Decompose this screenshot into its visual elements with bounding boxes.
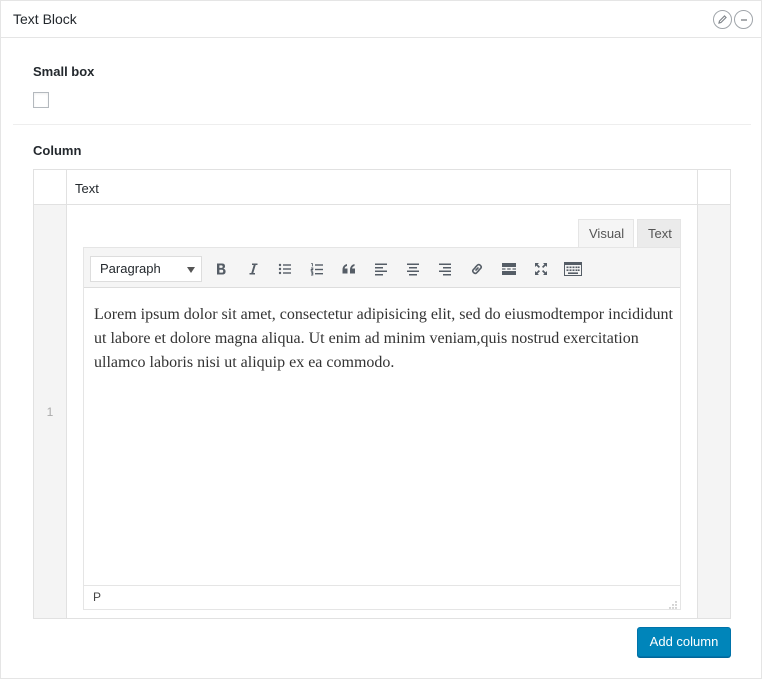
align-left-icon[interactable]	[369, 257, 393, 281]
column-label: Column	[33, 143, 82, 158]
numbered-list-icon[interactable]	[305, 257, 329, 281]
link-icon[interactable]	[465, 257, 489, 281]
toolbar-toggle-icon[interactable]	[561, 257, 585, 281]
italic-icon[interactable]	[241, 257, 265, 281]
small-box-label: Small box	[33, 64, 95, 79]
resize-handle-icon[interactable]	[668, 597, 677, 609]
read-more-icon[interactable]	[497, 257, 521, 281]
blockquote-icon[interactable]	[337, 257, 361, 281]
format-select[interactable]: Paragraph	[90, 256, 202, 282]
editor-toolbar: Paragraph	[84, 248, 680, 288]
pencil-icon[interactable]	[713, 10, 732, 29]
header-actions-cell	[697, 170, 730, 205]
header-order-cell	[34, 170, 67, 205]
bullet-list-icon[interactable]	[273, 257, 297, 281]
align-right-icon[interactable]	[433, 257, 457, 281]
column-header-text: Text	[75, 181, 99, 196]
bold-icon[interactable]	[209, 257, 233, 281]
row-number: 1	[46, 404, 54, 419]
editor-statusbar: P	[84, 585, 680, 609]
align-center-icon[interactable]	[401, 257, 425, 281]
column-repeater: Text 1 Visual Text Paragraph Lorem ipsum…	[33, 169, 731, 619]
wysiwyg-editor: Paragraph Lorem ipsum dolor sit amet, co…	[83, 247, 681, 610]
fullscreen-icon[interactable]	[529, 257, 553, 281]
tab-visual[interactable]: Visual	[578, 219, 634, 248]
panel-header: Text Block	[1, 1, 761, 38]
repeater-row: 1 Visual Text Paragraph Lorem ipsum dolo…	[34, 205, 730, 618]
editor-content-area[interactable]: Lorem ipsum dolor sit amet, consectetur …	[84, 289, 680, 585]
text-block-panel: Text Block Small box Column Text 1 Visua…	[0, 0, 762, 679]
row-drag-handle[interactable]: 1	[34, 205, 67, 618]
editor-paragraph: Lorem ipsum dolor sit amet, consectetur …	[94, 306, 673, 371]
add-column-button[interactable]: Add column	[637, 627, 731, 657]
row-actions-cell	[697, 205, 730, 618]
minus-circle-icon[interactable]	[734, 10, 753, 29]
panel-title: Text Block	[13, 11, 77, 27]
small-box-checkbox[interactable]	[33, 92, 49, 108]
chevron-down-icon	[187, 267, 195, 273]
tab-text[interactable]: Text	[637, 219, 681, 248]
repeater-header: Text	[34, 170, 730, 205]
element-path: P	[93, 590, 102, 604]
format-select-value: Paragraph	[100, 261, 161, 276]
divider	[13, 124, 751, 125]
